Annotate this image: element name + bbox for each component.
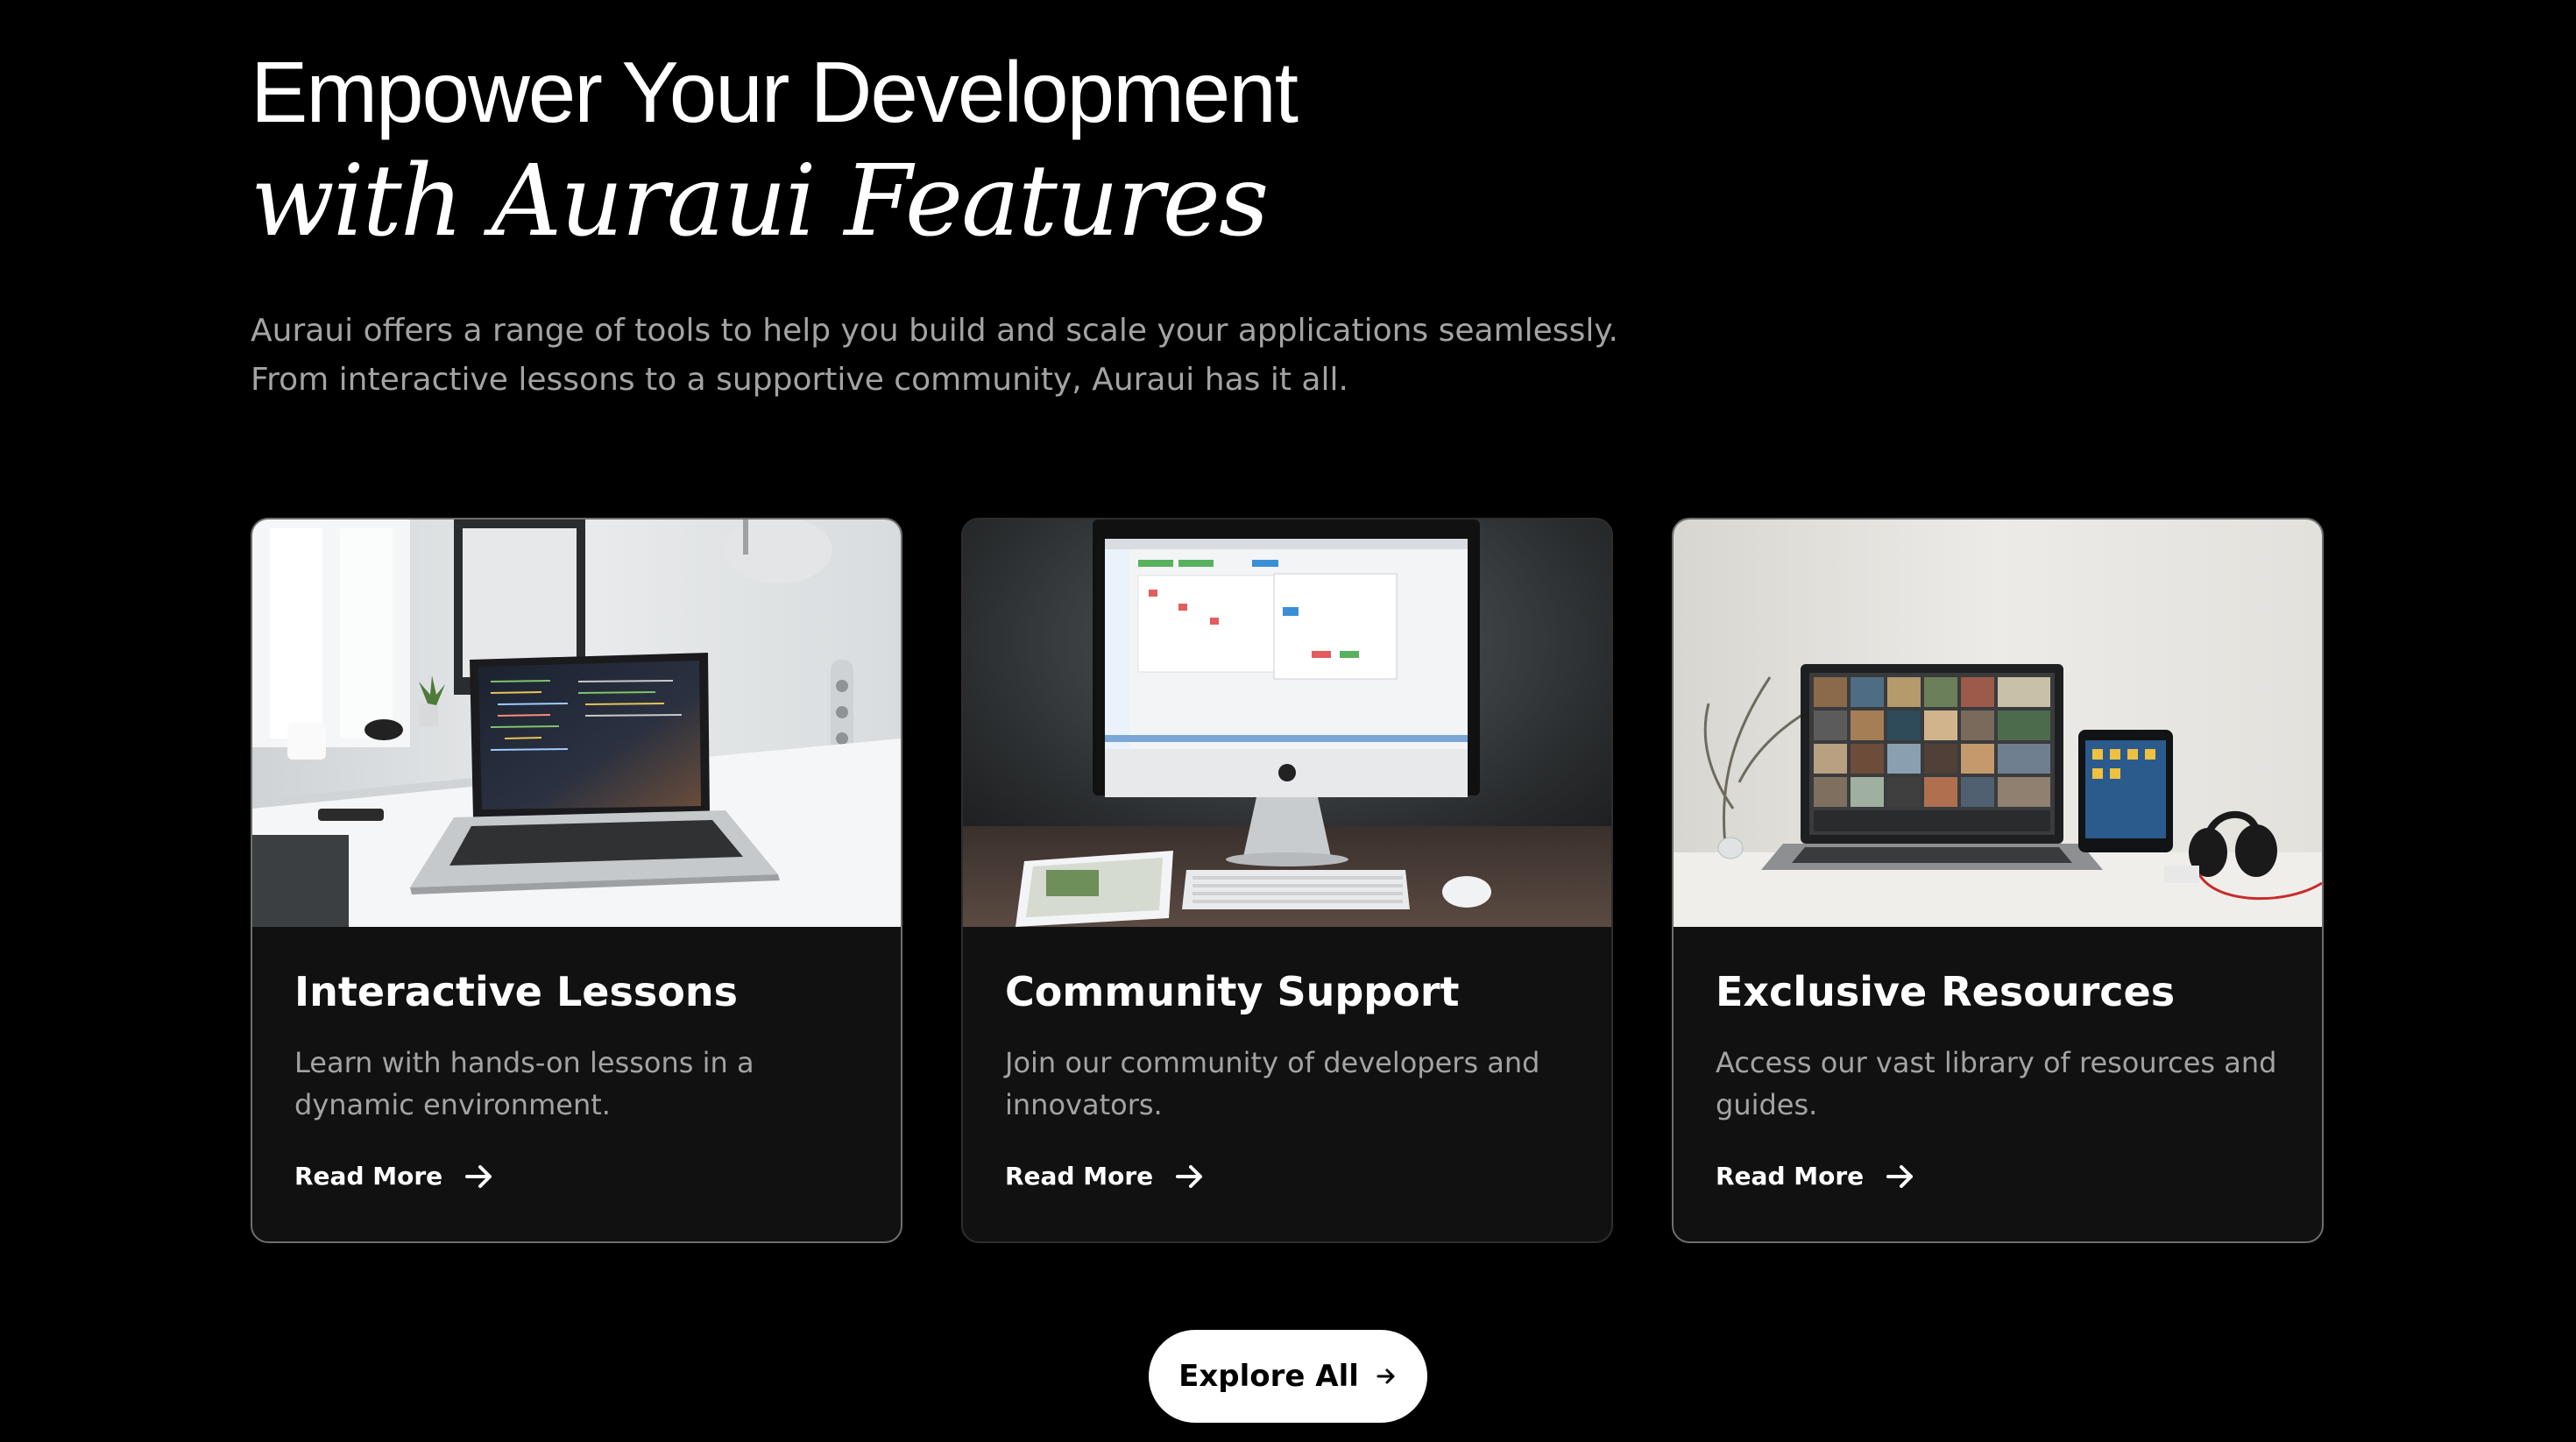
heading-line-1: Empower Your Development <box>251 44 1299 140</box>
read-more-label: Read More <box>294 1162 443 1191</box>
read-more-link[interactable]: Read More <box>1005 1159 1207 1194</box>
explore-all-label: Explore All <box>1178 1359 1359 1394</box>
card-description: Learn with hands-on lessons in a dynamic… <box>294 1046 754 1121</box>
arrow-right-icon <box>1172 1159 1207 1194</box>
intro-line-1: Auraui offers a range of tools to help y… <box>251 313 1618 349</box>
read-more-link[interactable]: Read More <box>294 1159 497 1194</box>
feature-card-interactive-lessons: Interactive Lessons Learn with hands-on … <box>251 518 902 1243</box>
feature-card-exclusive-resources: Exclusive Resources Access our vast libr… <box>1672 518 2324 1243</box>
arrow-right-icon <box>1375 1365 1398 1388</box>
feature-card-community-support: Community Support Join our community of … <box>961 518 1613 1243</box>
read-more-label: Read More <box>1716 1162 1865 1191</box>
section-heading: Empower Your Development with Auraui Fea… <box>251 42 1299 258</box>
explore-all-button[interactable]: Explore All <box>1149 1330 1427 1423</box>
desktop-computer-photo <box>963 520 1611 927</box>
read-more-link[interactable]: Read More <box>1716 1159 1918 1194</box>
card-description: Join our community of developers and inn… <box>1005 1046 1540 1121</box>
card-title: Exclusive Resources <box>1716 968 2176 1015</box>
read-more-label: Read More <box>1005 1162 1154 1191</box>
laptop-and-tablet-photo <box>1674 520 2322 927</box>
card-description: Access our vast library of resources and… <box>1716 1046 2277 1121</box>
section-intro: Auraui offers a range of tools to help y… <box>251 307 1618 405</box>
heading-line-2: with Auraui Features <box>251 145 1269 258</box>
card-title: Community Support <box>1005 968 1460 1015</box>
intro-line-2: From interactive lessons to a supportive… <box>251 362 1348 398</box>
arrow-right-icon <box>462 1159 497 1194</box>
laptop-with-code-photo <box>252 520 901 927</box>
features-section: Empower Your Development with Auraui Fea… <box>0 0 2576 1442</box>
card-title: Interactive Lessons <box>294 968 738 1015</box>
arrow-right-icon <box>1883 1159 1918 1194</box>
